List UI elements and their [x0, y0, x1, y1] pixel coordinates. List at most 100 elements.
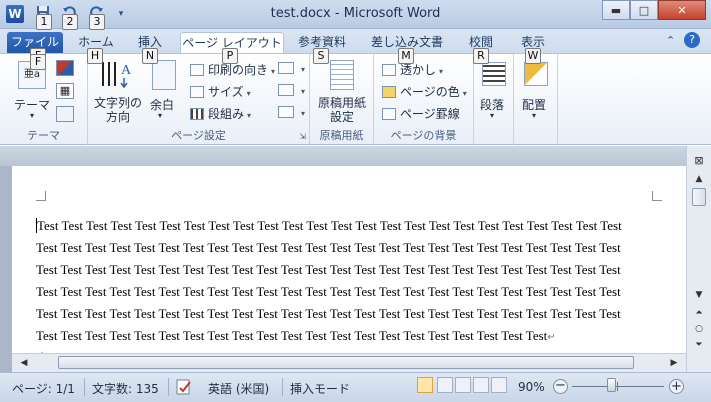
keytip-h: H: [87, 48, 103, 64]
title-bar: W 1 2 3 ▾ test.docx - Microsoft Word ▬ □…: [0, 0, 711, 30]
line-numbers-button[interactable]: ▾: [278, 83, 305, 97]
vertical-scroll-thumb[interactable]: [692, 188, 706, 206]
zoom-level[interactable]: 90%: [518, 380, 545, 394]
keytip-n: N: [142, 48, 158, 64]
ruler-toggle-icon[interactable]: ⊠: [691, 154, 707, 167]
page-borders-icon: [382, 108, 396, 120]
columns-button[interactable]: 段組み ▾: [190, 105, 251, 122]
page-background-group-label: ページの背景: [390, 129, 457, 142]
arrange-dropdown-arrow[interactable]: ▾: [532, 111, 536, 120]
horizontal-scroll-thumb[interactable]: [58, 356, 634, 369]
text-direction-button[interactable]: 文字列の 方向: [94, 96, 142, 124]
maximize-button[interactable]: □: [630, 0, 658, 20]
zoom-in-button[interactable]: +: [669, 379, 684, 394]
scroll-down-icon[interactable]: ▼: [691, 290, 707, 300]
genko-group-label: 原稿用紙: [319, 129, 364, 142]
document-line: Test Test Test Test Test Test Test Test …: [36, 328, 556, 343]
page-setup-dialog-launcher-icon[interactable]: ⇲: [299, 132, 306, 141]
scroll-right-icon[interactable]: ▶: [666, 358, 682, 368]
full-screen-reading-view-icon[interactable]: [437, 377, 453, 393]
status-separator: [84, 378, 85, 396]
close-button[interactable]: ✕: [658, 0, 706, 20]
keytip-1: 1: [36, 14, 52, 30]
watermark-icon: [382, 64, 396, 76]
horizontal-scrollbar[interactable]: ◀ ▶: [12, 353, 686, 372]
keytip-3: 3: [89, 14, 105, 30]
keytip-r: R: [473, 48, 489, 64]
web-layout-view-icon[interactable]: [455, 377, 471, 393]
group-page-background: 透かし ▾ ページの色 ▾ ページ罫線 ページの背景: [374, 54, 474, 145]
insert-mode-indicator[interactable]: 挿入モード: [290, 380, 350, 397]
zoom-out-button[interactable]: −: [553, 379, 568, 394]
group-paragraph: 段落 ▾: [474, 54, 514, 145]
hyphenation-button[interactable]: ▾: [278, 105, 305, 119]
outline-view-icon[interactable]: [473, 377, 489, 393]
scroll-left-icon[interactable]: ◀: [16, 358, 32, 368]
group-arrange: 配置 ▾: [514, 54, 558, 145]
page-setup-group-label: ページ設定: [171, 129, 226, 142]
page-indicator[interactable]: ページ: 1/1: [12, 380, 75, 397]
size-button[interactable]: サイズ ▾: [190, 83, 251, 100]
group-genko: 原稿用紙 設定 原稿用紙: [310, 54, 374, 145]
zoom-slider-center-tick: [617, 382, 618, 391]
group-page-setup: A 文字列の 方向 余白 ▾ 印刷の向き ▾ サイズ ▾ 段組み ▾ ▾ ▾ ▾ ペー…: [88, 54, 310, 145]
vertical-scrollbar[interactable]: ⊠ ▲ ▼ ⏶ ○ ⏷: [686, 146, 711, 372]
word-count[interactable]: 文字数: 135: [92, 380, 159, 397]
status-bar: ページ: 1/1 文字数: 135 英語 (米国) 挿入モード 90% − +: [0, 372, 711, 402]
draft-view-icon[interactable]: [491, 377, 507, 393]
paragraph-icon[interactable]: [482, 62, 506, 86]
keytip-2: 2: [62, 14, 78, 30]
theme-fonts-icon[interactable]: ▦: [56, 83, 74, 99]
page-color-icon: [382, 86, 396, 98]
breaks-icon: [278, 62, 294, 74]
keytip-s: S: [313, 48, 329, 64]
minimize-button[interactable]: ▬: [602, 0, 630, 20]
arrange-icon[interactable]: [524, 62, 548, 86]
svg-text:A: A: [121, 63, 132, 78]
paragraph-dropdown-arrow[interactable]: ▾: [490, 111, 494, 120]
document-line: Test Test Test Test Test Test Test Test …: [36, 306, 621, 321]
document-page[interactable]: Test Test Test Test Test Test Test Test …: [12, 166, 686, 372]
select-browse-object-icon[interactable]: ○: [691, 324, 707, 334]
keytip-f-ribbon: F: [30, 54, 46, 70]
ribbon: 亜a テーマ ▾ ▦ テーマ A 文字列の 方向 余白 ▾ 印刷の向き ▾ サイズ…: [0, 53, 711, 145]
next-page-icon[interactable]: ⏷: [691, 340, 707, 350]
scroll-up-icon[interactable]: ▲: [691, 174, 707, 184]
print-layout-view-icon[interactable]: [417, 377, 433, 393]
orientation-icon: [190, 64, 204, 76]
page-borders-button[interactable]: ページ罫線: [382, 105, 460, 122]
status-separator: [282, 378, 283, 396]
keytip-m: M: [398, 48, 414, 64]
keytip-w: W: [525, 48, 541, 64]
previous-page-icon[interactable]: ⏶: [691, 308, 707, 318]
document-area: Test Test Test Test Test Test Test Test …: [0, 146, 711, 372]
status-separator: [168, 378, 169, 396]
text-direction-icon[interactable]: A: [98, 58, 134, 90]
zoom-slider-track[interactable]: [572, 386, 664, 387]
columns-icon: [190, 108, 204, 120]
document-line: Test Test Test Test Test Test Test Test …: [36, 218, 622, 233]
breaks-button[interactable]: ▾: [278, 61, 305, 75]
document-line: Test Test Test Test Test Test Test Test …: [36, 240, 621, 255]
theme-colors-icon[interactable]: [56, 60, 74, 76]
theme-dropdown-arrow[interactable]: ▾: [30, 111, 34, 120]
margins-icon[interactable]: [152, 60, 176, 90]
page-corner-mark-left: [36, 191, 46, 201]
proofing-icon[interactable]: [176, 378, 194, 399]
paragraph-mark: ↵: [547, 332, 556, 343]
help-icon[interactable]: ?: [684, 32, 700, 48]
hyphenation-icon: [278, 106, 294, 118]
margins-dropdown-arrow[interactable]: ▾: [158, 111, 162, 120]
genko-settings-button[interactable]: 原稿用紙 設定: [314, 96, 370, 124]
line-numbers-icon: [278, 84, 294, 96]
zoom-slider-thumb[interactable]: [607, 378, 616, 392]
language-indicator[interactable]: 英語 (米国): [208, 380, 269, 397]
page-color-button[interactable]: ページの色 ▾: [382, 83, 467, 100]
theme-effects-icon[interactable]: [56, 106, 74, 122]
genko-icon[interactable]: [330, 60, 354, 90]
ribbon-tabs: ファイル F ホーム H 挿入 N ページ レイアウト P 参考資料 S 差し込…: [0, 29, 711, 64]
size-icon: [190, 86, 204, 98]
minimize-ribbon-icon[interactable]: ⌃: [666, 34, 675, 47]
keytip-p: P: [222, 48, 238, 64]
ruler-gap: [0, 146, 686, 166]
